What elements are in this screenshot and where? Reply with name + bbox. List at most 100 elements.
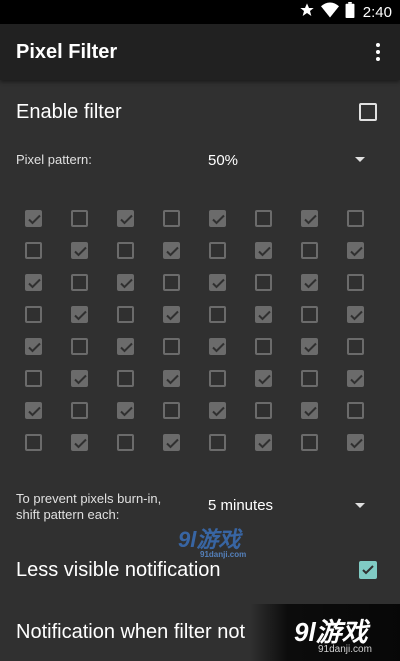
overflow-menu-icon[interactable]: [366, 40, 390, 64]
pattern-cell[interactable]: [68, 207, 114, 239]
empty-box-icon: [163, 338, 180, 355]
pattern-cell[interactable]: [22, 239, 68, 271]
pattern-cell[interactable]: [68, 399, 114, 431]
dropdown-arrow-icon[interactable]: [355, 157, 365, 162]
empty-box-icon: [25, 370, 42, 387]
pattern-cell[interactable]: [22, 367, 68, 399]
corner-watermark: 9l游戏 91danji.com: [250, 604, 400, 661]
pattern-cell[interactable]: [252, 303, 298, 335]
pattern-cell[interactable]: [22, 271, 68, 303]
empty-box-icon: [347, 210, 364, 227]
pixel-pattern-label: Pixel pattern:: [16, 152, 92, 167]
pattern-cell[interactable]: [160, 335, 206, 367]
pattern-cell[interactable]: [344, 303, 390, 335]
empty-box-icon: [209, 434, 226, 451]
pattern-cell[interactable]: [252, 271, 298, 303]
pattern-cell[interactable]: [68, 271, 114, 303]
checked-box-icon: [163, 434, 180, 451]
pattern-cell[interactable]: [68, 367, 114, 399]
pattern-cell[interactable]: [206, 271, 252, 303]
pattern-cell[interactable]: [252, 431, 298, 463]
pattern-cell[interactable]: [114, 335, 160, 367]
pattern-cell[interactable]: [114, 271, 160, 303]
pattern-cell[interactable]: [252, 335, 298, 367]
enable-filter-label: Enable filter: [16, 101, 122, 123]
page-title: Pixel Filter: [16, 41, 118, 63]
menu-dot: [376, 57, 380, 61]
dropdown-arrow-icon[interactable]: [355, 503, 365, 508]
empty-box-icon: [117, 306, 134, 323]
shift-interval-label-line1: To prevent pixels burn-in,: [16, 491, 162, 506]
pattern-cell[interactable]: [68, 431, 114, 463]
shift-interval-select[interactable]: 5 minutes: [208, 497, 273, 514]
pattern-cell[interactable]: [160, 399, 206, 431]
pattern-cell[interactable]: [22, 207, 68, 239]
checked-box-icon: [25, 402, 42, 419]
pattern-cell[interactable]: [22, 431, 68, 463]
pattern-cell[interactable]: [252, 399, 298, 431]
checked-box-icon: [117, 402, 134, 419]
pattern-cell[interactable]: [344, 239, 390, 271]
pattern-cell[interactable]: [298, 207, 344, 239]
pattern-cell[interactable]: [206, 335, 252, 367]
pattern-cell[interactable]: [344, 399, 390, 431]
pattern-cell[interactable]: [206, 239, 252, 271]
pattern-cell[interactable]: [206, 207, 252, 239]
pattern-cell[interactable]: [68, 303, 114, 335]
pattern-cell[interactable]: [22, 399, 68, 431]
enable-filter-checkbox[interactable]: [359, 103, 377, 121]
empty-box-icon: [71, 210, 88, 227]
menu-dot: [376, 43, 380, 47]
pattern-cell[interactable]: [298, 399, 344, 431]
pattern-cell[interactable]: [298, 431, 344, 463]
empty-box-icon: [347, 338, 364, 355]
pattern-cell[interactable]: [160, 367, 206, 399]
pattern-cell[interactable]: [160, 431, 206, 463]
pattern-cell[interactable]: [344, 367, 390, 399]
pattern-cell[interactable]: [114, 367, 160, 399]
checked-box-icon: [25, 338, 42, 355]
pattern-cell[interactable]: [114, 239, 160, 271]
pattern-cell[interactable]: [22, 303, 68, 335]
status-icons: 2:40: [299, 0, 392, 24]
pattern-cell[interactable]: [160, 303, 206, 335]
checked-box-icon: [347, 370, 364, 387]
empty-box-icon: [301, 242, 318, 259]
pattern-cell[interactable]: [344, 271, 390, 303]
checked-box-icon: [209, 210, 226, 227]
pattern-cell[interactable]: [68, 239, 114, 271]
pattern-cell[interactable]: [114, 207, 160, 239]
pattern-cell[interactable]: [160, 271, 206, 303]
pattern-cell[interactable]: [344, 431, 390, 463]
pattern-cell[interactable]: [252, 207, 298, 239]
pattern-cell[interactable]: [206, 431, 252, 463]
pattern-cell[interactable]: [22, 335, 68, 367]
checked-box-icon: [301, 210, 318, 227]
checked-box-icon: [117, 338, 134, 355]
pattern-cell[interactable]: [206, 399, 252, 431]
less-visible-notification-checkbox[interactable]: [359, 561, 377, 579]
pattern-cell[interactable]: [298, 335, 344, 367]
pattern-cell[interactable]: [114, 399, 160, 431]
pattern-cell[interactable]: [344, 207, 390, 239]
pattern-cell[interactable]: [114, 431, 160, 463]
pattern-cell[interactable]: [68, 335, 114, 367]
pattern-cell[interactable]: [206, 367, 252, 399]
pattern-cell[interactable]: [298, 367, 344, 399]
pattern-cell[interactable]: [298, 303, 344, 335]
checked-box-icon: [209, 402, 226, 419]
pattern-cell[interactable]: [298, 239, 344, 271]
pixel-pattern-select[interactable]: 50%: [208, 152, 238, 169]
pattern-cell[interactable]: [114, 303, 160, 335]
status-time: 2:40: [362, 3, 392, 21]
wifi-icon: [320, 2, 339, 23]
pattern-cell[interactable]: [160, 239, 206, 271]
pattern-cell[interactable]: [344, 335, 390, 367]
pattern-cell[interactable]: [252, 239, 298, 271]
empty-box-icon: [117, 434, 134, 451]
pattern-cell[interactable]: [298, 271, 344, 303]
pattern-cell[interactable]: [252, 367, 298, 399]
empty-box-icon: [301, 370, 318, 387]
pattern-cell[interactable]: [206, 303, 252, 335]
pattern-cell[interactable]: [160, 207, 206, 239]
